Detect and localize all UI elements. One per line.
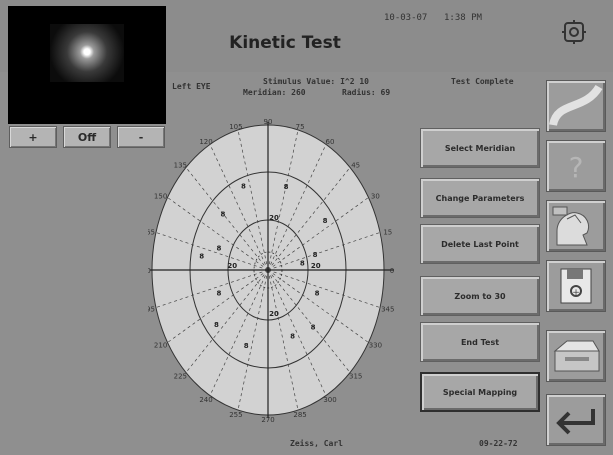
page-title: Kinetic Test: [229, 33, 341, 53]
angle-label: 90: [264, 118, 273, 126]
svg-text:?: ?: [569, 151, 584, 184]
isopter-point: 8: [244, 342, 249, 350]
ring-label: 20: [311, 262, 321, 270]
angle-label: 150: [154, 193, 167, 201]
stimulus-value: Stimulus Value: I^2 10: [263, 77, 369, 86]
select-meridian-button[interactable]: Select Meridian: [420, 128, 540, 168]
ring-label: 20: [269, 214, 279, 222]
angle-label: 195: [148, 306, 155, 314]
help-icon[interactable]: ?: [546, 140, 606, 192]
save-disk-icon[interactable]: +: [546, 260, 606, 312]
isopter-point: 8: [199, 252, 204, 260]
end-test-button[interactable]: End Test: [420, 322, 540, 362]
isopter-point: 8: [315, 289, 320, 297]
angle-label: 75: [296, 123, 305, 131]
angle-label: 15: [383, 228, 392, 236]
camera-plus-button[interactable]: +: [9, 126, 57, 148]
angle-label: 30: [371, 193, 380, 201]
meridian-value: Meridian: 260: [243, 88, 306, 97]
printer-icon[interactable]: [546, 330, 606, 382]
angle-label: 345: [381, 306, 394, 314]
isopter-point: 8: [241, 183, 246, 191]
angle-label: 225: [174, 372, 187, 380]
camera-off-button[interactable]: Off: [63, 126, 111, 148]
settings-gear-icon[interactable]: [562, 20, 586, 44]
angle-label: 45: [351, 162, 360, 170]
angle-label: 270: [261, 416, 274, 424]
patient-dob: 09-22-72: [479, 439, 518, 448]
test-status: Test Complete: [451, 77, 514, 86]
time-display: 1:38 PM: [444, 13, 482, 23]
eye-label: Left EYE: [172, 82, 211, 91]
date-display: 10-03-07: [384, 13, 428, 23]
angle-label: 0: [390, 267, 394, 275]
angle-label: 60: [326, 138, 335, 146]
angle-label: 285: [293, 411, 306, 419]
isopter-point: 8: [323, 217, 328, 225]
isopter-point: 8: [217, 245, 222, 253]
patient-name: Zeiss, Carl: [290, 439, 343, 448]
radius-value: Radius: 69: [342, 88, 391, 97]
special-mapping-button[interactable]: Special Mapping: [420, 372, 540, 412]
isopter-point: 8: [313, 251, 318, 259]
angle-label: 255: [229, 411, 242, 419]
angle-label: 165: [148, 228, 155, 236]
svg-text:+: +: [572, 288, 580, 298]
isopter-point: 8: [300, 259, 305, 267]
ring-label: 20: [269, 310, 279, 318]
change-parameters-button[interactable]: Change Parameters: [420, 178, 540, 218]
angle-label: 300: [323, 396, 336, 404]
visual-field-chart[interactable]: 105 90 75 120 60 135 45 150 30 165 15 180 0 195 345 210…: [137, 118, 412, 440]
delete-last-point-button[interactable]: Delete Last Point: [420, 224, 540, 264]
zoom-to-30-button[interactable]: Zoom to 30: [420, 276, 540, 316]
ring-label: 20: [227, 262, 237, 270]
angle-label: 135: [174, 162, 187, 170]
angle-label: 180: [148, 267, 151, 275]
isopter-point: 8: [284, 183, 289, 191]
isopter-point: 8: [311, 323, 316, 331]
curve-icon[interactable]: [546, 80, 606, 132]
angle-label: 105: [229, 123, 242, 131]
isopter-point: 8: [217, 289, 222, 297]
patient-icon[interactable]: [546, 200, 606, 252]
angle-label: 240: [199, 396, 212, 404]
pupil-image: [50, 24, 124, 82]
isopter-point: 8: [214, 321, 219, 329]
angle-label: 315: [349, 372, 362, 380]
eye-camera-view: [8, 6, 166, 124]
isopter-point: 8: [290, 333, 295, 341]
angle-label: 330: [369, 342, 382, 350]
angle-label: 120: [199, 138, 212, 146]
return-icon[interactable]: [546, 394, 606, 446]
isopter-point: 8: [220, 211, 225, 219]
angle-label: 210: [154, 342, 167, 350]
